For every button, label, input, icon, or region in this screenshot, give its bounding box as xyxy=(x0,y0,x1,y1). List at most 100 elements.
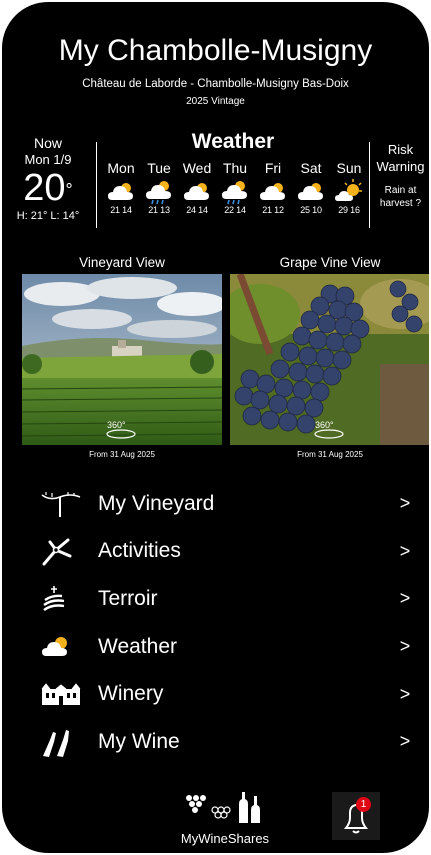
forecast-temps: 29 16 xyxy=(330,205,368,215)
grape-view-image[interactable]: 360° xyxy=(230,274,429,445)
notifications-button[interactable]: 1 xyxy=(332,792,380,840)
forecast-low: 14 xyxy=(236,205,246,215)
forecast-low: 10 xyxy=(312,205,322,215)
risk-warning[interactable]: Risk Warning Rain at harvest ? xyxy=(372,142,429,210)
grape-360-badge: 360° xyxy=(315,420,334,430)
risk-text-line1: Rain at xyxy=(384,185,417,196)
forecast-temps: 21 12 xyxy=(254,205,292,215)
forecast-day-name: Wed xyxy=(182,160,212,176)
bell-icon xyxy=(343,803,369,834)
brand-logo[interactable]: MyWineShares xyxy=(170,790,280,846)
wineshares-logo-icon xyxy=(186,792,260,823)
chevron-right-icon: > xyxy=(399,493,411,514)
forecast-temps: 21 13 xyxy=(140,205,178,215)
main-menu: My Vineyard > Activities > Terroir > Wea… xyxy=(40,480,420,766)
terroir-icon xyxy=(40,584,98,614)
brand-name: MyWineShares xyxy=(180,831,270,846)
risk-title-line1: Risk xyxy=(387,142,414,157)
chevron-right-icon: > xyxy=(399,540,411,561)
chevron-right-icon: > xyxy=(399,683,411,704)
forecast-day-fri[interactable]: Fri 21 12 xyxy=(254,159,292,215)
app-title: My Chambolle-Musigny xyxy=(58,34,373,67)
vintage-label: 2025 Vintage xyxy=(186,96,245,107)
grape-view-label: Grape Vine View xyxy=(279,255,381,270)
risk-title-line2: Warning xyxy=(376,159,425,174)
forecast-high: 21 xyxy=(262,205,272,215)
notification-count-badge: 1 xyxy=(356,797,371,812)
chevron-right-icon: > xyxy=(399,636,411,657)
forecast-day-name: Tue xyxy=(147,160,171,176)
sun-cloud-icon xyxy=(330,177,368,205)
forecast-high: 29 xyxy=(338,205,348,215)
now-date: Mon 1/9 xyxy=(24,152,72,167)
forecast-high: 21 xyxy=(148,205,158,215)
vine-icon xyxy=(40,489,98,519)
cloud-sun-icon xyxy=(178,177,216,205)
forecast-temps: 21 14 xyxy=(102,205,140,215)
pruning-shears-icon xyxy=(40,536,98,566)
menu-label-terroir: Terroir xyxy=(98,586,158,610)
forecast-high: 22 xyxy=(224,205,234,215)
menu-item-my-vineyard[interactable]: My Vineyard > xyxy=(40,480,420,528)
cloud-rain-icon xyxy=(140,177,178,205)
wine-bottles-icon xyxy=(40,727,98,757)
forecast-day-name: Fri xyxy=(264,160,282,176)
weekly-forecast[interactable]: Mon 21 14 Tue 21 13 Wed 24 14 Thu 22 14 Fri 21 12… xyxy=(102,159,368,215)
now-label: Now xyxy=(33,135,62,151)
high-low-temps: H: 21° L: 14° xyxy=(16,210,80,222)
degree-symbol: ° xyxy=(65,180,73,200)
forecast-day-name: Mon xyxy=(107,160,135,176)
divider-left xyxy=(96,142,97,228)
cloud-sun-icon xyxy=(102,177,140,205)
menu-item-terroir[interactable]: Terroir > xyxy=(40,575,420,623)
vineyard-view-image[interactable]: 360° xyxy=(22,274,222,445)
vineyard-subtitle: Château de Laborde - Chambolle-Musigny B… xyxy=(82,78,349,90)
forecast-day-name: Sun xyxy=(336,160,362,176)
divider-right xyxy=(369,142,370,228)
forecast-temps: 24 14 xyxy=(178,205,216,215)
menu-label-winery: Winery xyxy=(98,682,164,706)
cloud-sun-icon xyxy=(40,632,98,662)
forecast-day-wed[interactable]: Wed 24 14 xyxy=(178,159,216,215)
forecast-low: 12 xyxy=(274,205,284,215)
menu-label-activities: Activities xyxy=(98,539,181,563)
forecast-day-name: Thu xyxy=(222,160,248,176)
cloud-sun-icon xyxy=(254,177,292,205)
grape-view-date: From 31 Aug 2025 xyxy=(297,450,363,459)
menu-label-my-wine: My Wine xyxy=(98,729,180,753)
chevron-right-icon: > xyxy=(399,731,411,752)
now-temperature: 20° xyxy=(2,168,94,208)
forecast-day-name: Sat xyxy=(300,160,322,176)
weather-title: Weather xyxy=(191,130,275,153)
forecast-low: 14 xyxy=(122,205,132,215)
cloud-sun-icon xyxy=(292,177,330,205)
forecast-temps: 22 14 xyxy=(216,205,254,215)
chateau-icon xyxy=(40,679,98,709)
forecast-low: 13 xyxy=(160,205,170,215)
chevron-right-icon: > xyxy=(399,588,411,609)
current-weather[interactable]: Now Mon 1/9 20° H: 21° L: 14° xyxy=(2,135,94,222)
forecast-low: 16 xyxy=(350,205,360,215)
forecast-high: 24 xyxy=(186,205,196,215)
menu-label-weather: Weather xyxy=(98,634,177,658)
now-temp-value: 20 xyxy=(23,167,66,209)
forecast-day-tue[interactable]: Tue 21 13 xyxy=(140,159,178,215)
forecast-temps: 25 10 xyxy=(292,205,330,215)
vineyard-view-label: Vineyard View xyxy=(79,255,165,270)
menu-item-weather[interactable]: Weather > xyxy=(40,623,420,671)
forecast-day-sun[interactable]: Sun 29 16 xyxy=(330,159,368,215)
forecast-high: 25 xyxy=(300,205,310,215)
forecast-low: 14 xyxy=(198,205,208,215)
forecast-high: 21 xyxy=(110,205,120,215)
phone-screen: My Chambolle-Musigny Château de Laborde … xyxy=(2,2,429,853)
menu-label-my-vineyard: My Vineyard xyxy=(98,491,215,515)
forecast-day-mon[interactable]: Mon 21 14 xyxy=(102,159,140,215)
menu-item-activities[interactable]: Activities > xyxy=(40,528,420,576)
risk-text-line2: harvest ? xyxy=(379,198,422,209)
vineyard-view-date: From 31 Aug 2025 xyxy=(89,450,155,459)
menu-item-my-wine[interactable]: My Wine > xyxy=(40,718,420,766)
menu-item-winery[interactable]: Winery > xyxy=(40,670,420,718)
forecast-day-sat[interactable]: Sat 25 10 xyxy=(292,159,330,215)
forecast-day-thu[interactable]: Thu 22 14 xyxy=(216,159,254,215)
vineyard-360-badge: 360° xyxy=(107,420,126,430)
